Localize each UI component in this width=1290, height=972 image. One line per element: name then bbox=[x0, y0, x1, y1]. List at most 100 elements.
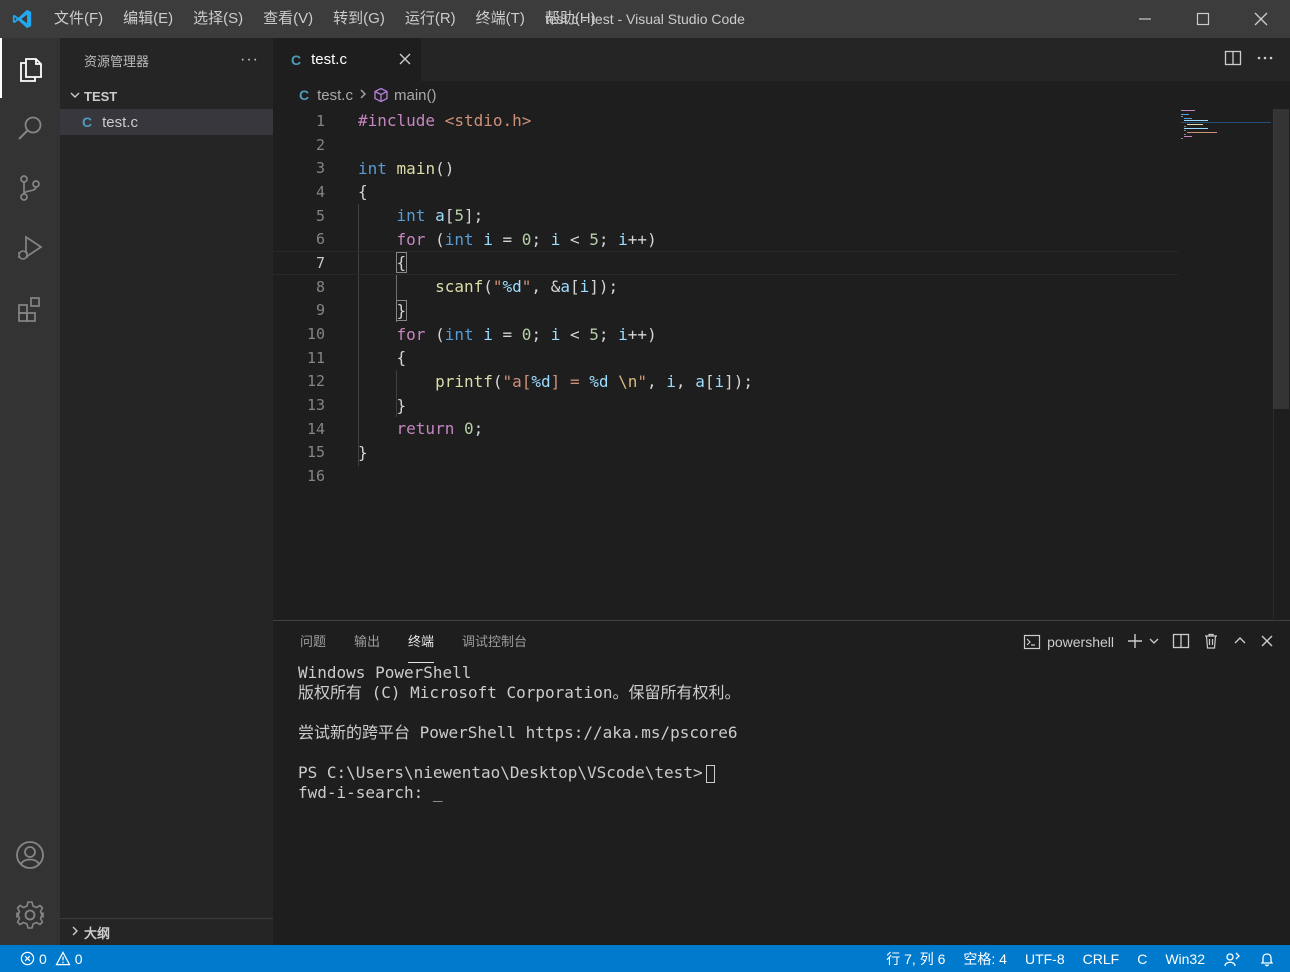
activity-extensions[interactable] bbox=[0, 278, 60, 338]
explorer-title: 资源管理器 bbox=[84, 53, 150, 69]
code-line: 14 return 0; bbox=[273, 417, 1173, 441]
line-number: 12 bbox=[306, 372, 325, 391]
line-number: 11 bbox=[306, 348, 325, 367]
line-text: { bbox=[358, 182, 368, 202]
activity-manage[interactable] bbox=[0, 885, 60, 945]
code-editor[interactable]: 1 #include <stdio.h> 2 3 int main() 4 { … bbox=[273, 109, 1178, 488]
outline-section-header[interactable]: 大纲 bbox=[60, 918, 273, 945]
close-tab-icon[interactable] bbox=[399, 49, 411, 70]
activity-explorer[interactable] bbox=[0, 38, 60, 98]
trash-icon[interactable] bbox=[1202, 632, 1220, 653]
breadcrumb-file[interactable]: test.c bbox=[317, 87, 353, 104]
menu-file[interactable]: 文件(F) bbox=[44, 0, 113, 38]
chevron-down-icon[interactable] bbox=[1148, 634, 1160, 650]
line-number: 3 bbox=[315, 159, 325, 178]
terminal-line: fwd-i-search: _ bbox=[298, 783, 443, 802]
code-line: 11 { bbox=[273, 346, 1173, 370]
status-bar: 0 0 行 7, 列 6 空格: 4 UTF-8 CRLF C Win32 bbox=[0, 945, 1290, 972]
new-terminal-icon[interactable] bbox=[1126, 632, 1144, 653]
activity-run-debug[interactable] bbox=[0, 218, 60, 278]
menu-edit[interactable]: 编辑(E) bbox=[113, 0, 183, 38]
tab-test-c[interactable]: C test.c bbox=[273, 38, 421, 81]
minimap[interactable] bbox=[1181, 109, 1271, 149]
tab-problems[interactable]: 问题 bbox=[289, 621, 337, 663]
line-number: 16 bbox=[306, 467, 325, 486]
line-number: 9 bbox=[315, 301, 325, 320]
search-icon bbox=[18, 116, 42, 140]
encoding[interactable]: UTF-8 bbox=[1016, 945, 1074, 972]
title-bar: 文件(F) 编辑(E) 选择(S) 查看(V) 转到(G) 运行(R) 终端(T… bbox=[0, 0, 1290, 38]
minimize-button[interactable] bbox=[1116, 0, 1174, 38]
code-line-current: 7 { bbox=[273, 251, 1178, 275]
code-line: 3 int main() bbox=[273, 156, 1173, 180]
terminal-output[interactable]: Windows PowerShell 版权所有 (C) Microsoft Co… bbox=[273, 663, 1290, 803]
panel-tabs: 问题 输出 终端 调试控制台 powershell bbox=[273, 621, 1290, 663]
line-text: { bbox=[358, 348, 407, 368]
code-line: 8 scanf("%d", &a[i]); bbox=[273, 275, 1173, 299]
terminal-cursor bbox=[705, 764, 715, 783]
chevron-right-icon bbox=[66, 925, 84, 940]
menu-go[interactable]: 转到(G) bbox=[323, 0, 395, 38]
breadcrumb-symbol[interactable]: main() bbox=[394, 87, 437, 104]
cursor-position[interactable]: 行 7, 列 6 bbox=[877, 945, 954, 972]
manage-gear-icon bbox=[16, 901, 44, 929]
line-number: 15 bbox=[306, 443, 325, 462]
menu-run[interactable]: 运行(R) bbox=[395, 0, 466, 38]
close-panel-icon[interactable] bbox=[1260, 634, 1274, 651]
extensions-icon bbox=[18, 297, 40, 322]
c-file-icon: C bbox=[82, 114, 93, 130]
code-line: 13 } bbox=[273, 393, 1173, 417]
line-text: int main() bbox=[358, 158, 455, 178]
explorer-icon bbox=[20, 58, 42, 82]
feedback-icon[interactable] bbox=[1214, 945, 1250, 972]
symbol-method-icon bbox=[373, 87, 389, 103]
code-line: 9 } bbox=[273, 299, 1173, 323]
code-line: 15 } bbox=[273, 441, 1173, 465]
code-line: 12 printf("a[%d] = %d \n", i, a[i]); bbox=[273, 370, 1173, 394]
split-editor-icon[interactable] bbox=[1224, 49, 1242, 70]
tab-debug-console[interactable]: 调试控制台 bbox=[451, 621, 538, 663]
close-window-button[interactable] bbox=[1232, 0, 1290, 38]
activity-search[interactable] bbox=[0, 98, 60, 158]
tab-terminal[interactable]: 终端 bbox=[397, 621, 445, 663]
activity-source-control[interactable] bbox=[0, 158, 60, 218]
code-line: 4 { bbox=[273, 180, 1173, 204]
editor-scrollbar[interactable] bbox=[1273, 109, 1289, 409]
notifications-bell-icon[interactable] bbox=[1250, 945, 1284, 972]
menu-view[interactable]: 查看(V) bbox=[253, 0, 323, 38]
line-ending[interactable]: CRLF bbox=[1074, 945, 1129, 972]
file-name: test.c bbox=[102, 113, 138, 131]
menu-terminal[interactable]: 终端(T) bbox=[466, 0, 535, 38]
line-text: } bbox=[358, 395, 407, 415]
explorer-sidebar: 资源管理器 ··· TEST C test.c 大纲 bbox=[60, 38, 273, 945]
account-icon bbox=[16, 841, 44, 869]
terminal-selector[interactable]: powershell bbox=[1023, 633, 1114, 651]
chevron-down-icon bbox=[66, 89, 84, 104]
indentation[interactable]: 空格: 4 bbox=[954, 945, 1016, 972]
split-terminal-icon[interactable] bbox=[1172, 632, 1190, 653]
window-controls bbox=[1116, 0, 1290, 38]
maximize-button[interactable] bbox=[1174, 0, 1232, 38]
tab-label: test.c bbox=[311, 51, 347, 68]
close-icon bbox=[1254, 12, 1268, 26]
tab-output[interactable]: 输出 bbox=[343, 621, 391, 663]
language-mode[interactable]: C bbox=[1128, 945, 1156, 972]
activity-accounts[interactable] bbox=[0, 825, 60, 885]
folder-test-header[interactable]: TEST bbox=[60, 83, 273, 109]
terminal-icon bbox=[1023, 634, 1041, 650]
file-item-test-c[interactable]: C test.c bbox=[60, 109, 273, 135]
line-text: } bbox=[395, 299, 408, 321]
menu-help[interactable]: 帮助(H) bbox=[535, 0, 606, 38]
platform-config[interactable]: Win32 bbox=[1156, 945, 1214, 972]
panel-actions: powershell bbox=[1023, 621, 1274, 663]
more-actions-icon[interactable] bbox=[1256, 49, 1274, 70]
error-count: 0 bbox=[39, 950, 47, 967]
problems-status[interactable]: 0 0 bbox=[0, 945, 92, 972]
more-actions-icon[interactable]: ··· bbox=[240, 51, 259, 69]
vscode-logo-icon[interactable] bbox=[0, 0, 44, 38]
line-number: 7 bbox=[315, 253, 325, 272]
menu-selection[interactable]: 选择(S) bbox=[183, 0, 253, 38]
maximize-panel-icon[interactable] bbox=[1232, 633, 1248, 652]
code-line: 1 #include <stdio.h> bbox=[273, 109, 1173, 133]
